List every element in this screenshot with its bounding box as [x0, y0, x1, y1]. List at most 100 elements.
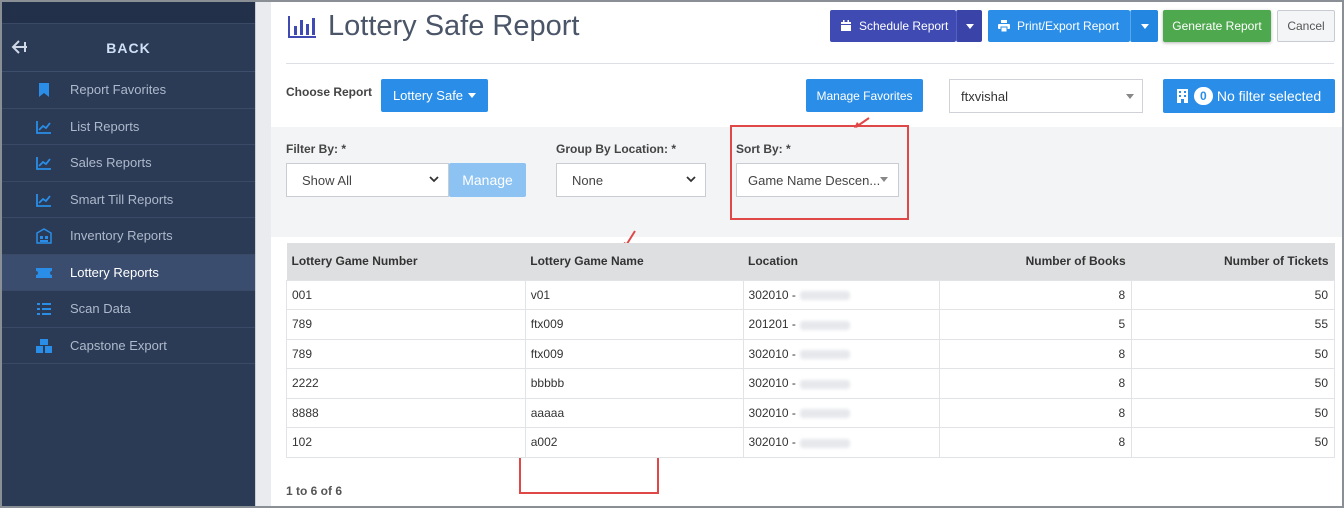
manage-filter-button[interactable]: Manage [449, 163, 526, 197]
column-header[interactable]: Lottery Game Number [286, 243, 526, 280]
sidebar-item[interactable]: Sales Reports [2, 145, 255, 182]
user-select[interactable]: ftxvishal [949, 79, 1143, 113]
table-cell: 50 [1131, 368, 1335, 399]
table-cell: 789 [286, 338, 526, 369]
cell-value: 302010 - [748, 287, 796, 302]
table-cell: 55 [1131, 309, 1335, 340]
column-header[interactable]: Number of Books [939, 243, 1132, 280]
cell-value: 55 [1314, 317, 1328, 332]
cell-value: bbbbb [530, 376, 565, 391]
table-row: 8888 aaaaa 302010 - 8 50 [286, 397, 1335, 428]
table-cell: 8 [939, 338, 1133, 369]
table-header-row: Lottery Game Number Lottery Game Name Loca… [286, 243, 1335, 280]
cell-value: 8 [1118, 346, 1126, 361]
sidebar-item-label: Smart Till Reports [70, 191, 174, 207]
sort-by-highlight [730, 125, 909, 220]
print-export-button[interactable]: Print/Export Report [988, 10, 1130, 42]
generate-report-button[interactable]: Generate Report [1163, 10, 1271, 42]
table-body: 001 v01 302010 -8 50 789 ftx009 201201 -5 55 789… [286, 279, 1335, 458]
chart-line-icon [36, 120, 51, 134]
cell-value: 302010 - [748, 405, 796, 420]
table-cell: ftx009 [524, 338, 744, 369]
header-divider [286, 63, 1334, 64]
choose-report-label: Choose Report [286, 85, 373, 99]
print-export-label: Print/Export Report [1017, 19, 1120, 33]
chevron-down-icon [686, 176, 696, 183]
caret-down-icon [965, 23, 974, 29]
bar-chart-icon [288, 16, 316, 38]
sidebar: BACK Report Favorites List Reports Sales R… [2, 2, 255, 506]
sidebar-item[interactable]: List Reports [2, 109, 255, 145]
cell-value: aaaaa [530, 405, 565, 420]
table-cell: ftx009 [524, 309, 744, 340]
redacted-location-name [799, 438, 850, 448]
table-cell: 50 [1131, 279, 1335, 310]
manage-favorites-button[interactable]: Manage Favorites [806, 79, 923, 112]
table-row: 789 ftx009 302010 - 8 50 [286, 338, 1335, 369]
boxes-icon [36, 338, 52, 353]
column-header[interactable]: Number of Tickets [1131, 243, 1335, 280]
warehouse-icon [36, 228, 52, 244]
redacted-location-name [799, 409, 850, 419]
sidebar-item[interactable]: Report Favorites [2, 72, 255, 109]
chevron-down-icon [429, 176, 439, 183]
main-content: Lottery Safe Report Schedule Report Prin… [271, 2, 1342, 506]
table-cell: 8 [939, 279, 1133, 310]
cell-value: 8 [1118, 287, 1126, 302]
report-type-label: Lottery Safe [392, 88, 464, 103]
bookmark-icon [39, 83, 49, 97]
cell-value: 001 [292, 287, 313, 302]
calendar-icon [841, 20, 851, 31]
redacted-location-name [799, 320, 850, 330]
table-row: 001 v01 302010 - 8 50 [286, 279, 1335, 310]
schedule-report-dropdown[interactable] [956, 10, 982, 42]
sidebar-item[interactable]: Lottery Reports [2, 254, 255, 291]
filter-by-value: Show All [302, 173, 352, 188]
cell-value: 2222 [292, 376, 319, 391]
group-by-select[interactable]: None [556, 163, 706, 197]
cell-value: 8 [1118, 376, 1126, 391]
table-cell: 8 [939, 427, 1133, 458]
page-title: Lottery Safe Report [328, 10, 580, 42]
cell-value: 302010 - [748, 346, 796, 361]
group-by-label: Group By Location: * [556, 142, 676, 156]
table-cell: 302010 - [742, 338, 941, 369]
cell-value: 789 [292, 346, 313, 361]
filter-by-select[interactable]: Show All [286, 163, 449, 197]
sidebar-item[interactable]: Inventory Reports [2, 218, 255, 255]
table-cell: 8 [939, 397, 1133, 428]
sidebar-top-bar [2, 2, 255, 24]
sidebar-divider [255, 0, 271, 508]
cell-value: 50 [1314, 287, 1328, 302]
filter-by-label: Filter By: * [286, 142, 347, 156]
sidebar-item[interactable]: Smart Till Reports [2, 182, 255, 218]
caret-down-icon [468, 93, 477, 98]
sidebar-item[interactable]: Scan Data [2, 291, 255, 328]
cell-value: 201201 - [748, 317, 796, 332]
print-export-dropdown[interactable] [1130, 10, 1158, 42]
sidebar-item[interactable]: Capstone Export [2, 328, 255, 364]
filter-summary-button[interactable]: 0 No filter selected [1163, 79, 1335, 113]
table-cell: 302010 - [742, 279, 941, 310]
back-button[interactable]: BACK [2, 24, 255, 72]
cell-value: 50 [1314, 435, 1328, 450]
table-row: 789 ftx009 201201 -5 55 [286, 309, 1335, 340]
cell-value: v01 [530, 287, 551, 302]
table-cell: aaaaa [524, 397, 744, 428]
table-cell: 2222 [286, 368, 526, 399]
sidebar-item-label: Inventory Reports [70, 228, 173, 244]
pagination-summary: 1 to 6 of 6 [286, 484, 343, 498]
table-cell: 302010 - [742, 397, 941, 428]
caret-down-icon [1126, 94, 1134, 99]
redacted-location-name [799, 350, 850, 360]
redacted-location-name [799, 291, 850, 301]
ticket-icon [36, 267, 52, 278]
sidebar-item-label: Capstone Export [70, 337, 167, 353]
report-type-dropdown[interactable]: Lottery Safe [381, 79, 488, 112]
table-cell: 50 [1131, 397, 1335, 428]
cancel-button[interactable]: Cancel [1277, 10, 1335, 42]
list-icon [37, 303, 51, 315]
schedule-report-button[interactable]: Schedule Report [830, 10, 956, 42]
column-header[interactable]: Lottery Game Name [525, 243, 744, 280]
column-header[interactable]: Location [743, 243, 940, 280]
